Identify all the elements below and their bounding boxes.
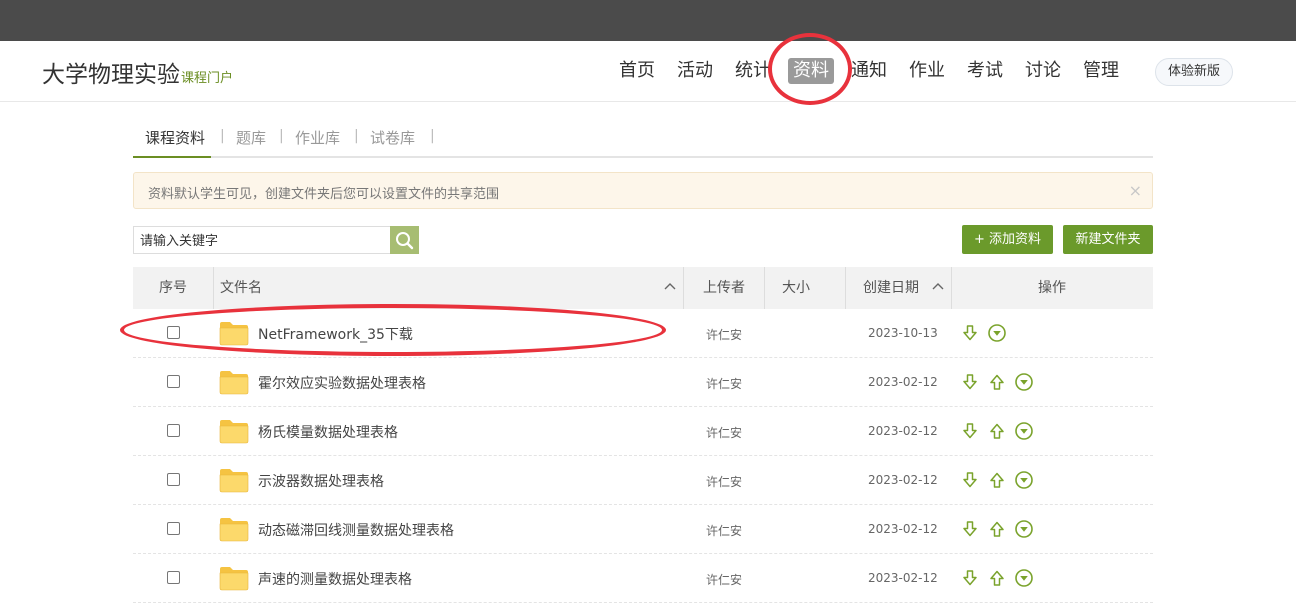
table-row[interactable]: NetFramework_35下载 许仁安 2023-10-13 [133,309,1153,358]
uploader-name: 许仁安 [706,524,743,538]
col-uploader: 上传者 [703,280,745,296]
subtab-divider: | [279,128,284,144]
uploader-name: 许仁安 [706,426,743,440]
nav-notices[interactable]: 通知 [851,57,887,85]
folder-icon [219,420,249,444]
subtab-paper-bank[interactable]: 试卷库 [370,127,415,148]
folder-icon [219,322,249,346]
file-name[interactable]: 霍尔效应实验数据处理表格 [258,373,426,393]
chevron-circle-icon[interactable] [987,323,1007,343]
table-row[interactable]: 声速的测量数据处理表格 许仁安 2023-02-12 [133,554,1153,603]
created-date: 2023-02-12 [868,522,938,536]
subtab-homework-bank[interactable]: 作业库 [295,127,340,148]
table-row[interactable]: 霍尔效应实验数据处理表格 许仁安 2023-02-12 [133,358,1153,407]
folder-icon [219,469,249,493]
table-row[interactable]: 动态磁滞回线测量数据处理表格 许仁安 2023-02-12 [133,505,1153,554]
file-name[interactable]: 动态磁滞回线测量数据处理表格 [258,520,454,540]
notice-text: 资料默认学生可见，创建文件夹后您可以设置文件的共享范围 [148,187,500,202]
uploader-name: 许仁安 [706,328,743,342]
row-checkbox[interactable] [167,375,180,388]
chevron-circle-icon[interactable] [1014,470,1034,490]
add-material-button[interactable]: + 添加资料 [962,225,1053,254]
col-created-date[interactable]: 创建日期 [863,267,919,309]
search-icon [396,232,414,250]
sort-caret-up-icon[interactable] [663,280,677,294]
subtab-divider: | [430,128,435,144]
close-icon[interactable]: × [1129,181,1142,200]
download-arrow-icon[interactable] [960,568,980,588]
col-divider [951,267,952,309]
row-checkbox[interactable] [167,522,180,535]
file-name[interactable]: 声速的测量数据处理表格 [258,569,412,589]
upload-arrow-icon[interactable] [987,421,1007,441]
col-operations: 操作 [1038,280,1066,296]
folder-icon [219,518,249,542]
course-header: 大学物理实验课程门户 首页 活动 统计 资料 通知 作业 考试 讨论 管理 [0,41,1296,102]
download-arrow-icon[interactable] [960,323,980,343]
col-divider [845,267,846,309]
row-checkbox[interactable] [167,473,180,486]
row-checkbox[interactable] [167,424,180,437]
created-date: 2023-02-12 [868,375,938,389]
col-size: 大小 [782,280,810,296]
file-name[interactable]: 杨氏模量数据处理表格 [258,422,398,442]
material-subtabs: 课程资料 | 题库 | 作业库 | 试卷库 | [133,117,1153,158]
nav-homework[interactable]: 作业 [909,57,945,85]
col-divider [213,267,214,309]
search-input[interactable] [133,226,390,254]
download-arrow-icon[interactable] [960,372,980,392]
download-arrow-icon[interactable] [960,470,980,490]
created-date: 2023-10-13 [868,326,938,340]
uploader-name: 许仁安 [706,475,743,489]
nav-home[interactable]: 首页 [619,57,655,85]
download-arrow-icon[interactable] [960,519,980,539]
folder-icon [219,567,249,591]
upload-arrow-icon[interactable] [987,470,1007,490]
created-date: 2023-02-12 [868,424,938,438]
col-divider [764,267,765,309]
active-subtab-underline [133,156,211,158]
row-checkbox[interactable] [167,326,180,339]
nav-discussion[interactable]: 讨论 [1025,57,1061,85]
table-header: 序号 文件名 上传者 大小 创建日期 操作 [133,267,1153,309]
upload-arrow-icon[interactable] [987,372,1007,392]
nav-statistics[interactable]: 统计 [735,57,771,85]
try-new-version-button[interactable]: 体验新版 [1155,58,1233,86]
main-nav: 首页 活动 统计 资料 通知 作业 考试 讨论 管理 [0,57,1296,85]
col-divider [683,267,684,309]
upload-arrow-icon[interactable] [987,519,1007,539]
folder-icon [219,371,249,395]
nav-exams[interactable]: 考试 [967,57,1003,85]
chevron-circle-icon[interactable] [1014,519,1034,539]
subtab-course-materials[interactable]: 课程资料 [145,127,205,148]
nav-management[interactable]: 管理 [1083,57,1119,85]
uploader-name: 许仁安 [706,573,743,587]
sort-caret-up-icon[interactable] [931,280,945,294]
subtab-divider: | [354,128,359,144]
col-index: 序号 [159,280,187,296]
notice-banner: 资料默认学生可见，创建文件夹后您可以设置文件的共享范围 × [133,172,1153,209]
file-name[interactable]: NetFramework_35下载 [258,324,413,344]
subtab-divider: | [220,128,225,144]
chevron-circle-icon[interactable] [1014,421,1034,441]
created-date: 2023-02-12 [868,473,938,487]
created-date: 2023-02-12 [868,571,938,585]
search-button[interactable] [390,226,419,254]
uploader-name: 许仁安 [706,377,743,391]
table-row[interactable]: 杨氏模量数据处理表格 许仁安 2023-02-12 [133,407,1153,456]
col-filename[interactable]: 文件名 [220,267,262,309]
nav-activities[interactable]: 活动 [677,57,713,85]
file-name[interactable]: 示波器数据处理表格 [258,471,384,491]
subtab-question-bank[interactable]: 题库 [236,127,266,148]
download-arrow-icon[interactable] [960,421,980,441]
row-checkbox[interactable] [167,571,180,584]
chevron-circle-icon[interactable] [1014,568,1034,588]
upload-arrow-icon[interactable] [987,568,1007,588]
table-row[interactable]: 示波器数据处理表格 许仁安 2023-02-12 [133,456,1153,505]
new-folder-button[interactable]: 新建文件夹 [1063,225,1153,254]
nav-materials[interactable]: 资料 [788,58,834,84]
search-box [133,226,419,254]
chevron-circle-icon[interactable] [1014,372,1034,392]
top-bar [0,0,1296,41]
